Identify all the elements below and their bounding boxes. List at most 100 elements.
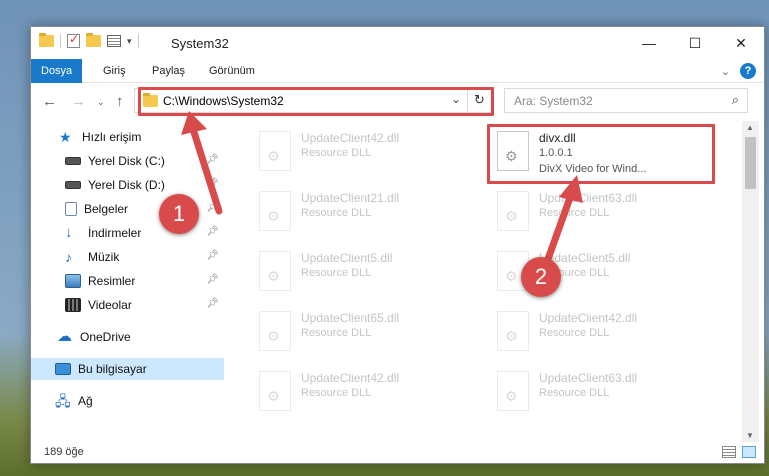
- dll-file-icon: [259, 311, 291, 351]
- download-icon: ↓: [65, 224, 73, 241]
- chevron-down-icon[interactable]: ▾: [127, 36, 132, 47]
- sidebar-item-label: OneDrive: [80, 330, 131, 344]
- file-item[interactable]: UpdateClient65.dll Resource DLL: [251, 305, 471, 361]
- file-description: Resource DLL: [301, 387, 372, 399]
- tab-share[interactable]: Paylaş: [152, 59, 185, 83]
- file-name: UpdateClient21.dll: [301, 191, 400, 205]
- separator: [137, 34, 139, 48]
- quick-access-toolbar: ▾: [39, 32, 139, 48]
- separator: [60, 34, 61, 48]
- sidebar-item-music[interactable]: ♪ Müzik 📌︎: [31, 246, 224, 268]
- explorer-window: ▾ System32 — ☐ ✕ Dosya Giriş Paylaş Görü…: [30, 26, 765, 464]
- sidebar-item-network[interactable]: 🖧︎ Ağ: [31, 390, 224, 412]
- scrollbar-thumb[interactable]: [745, 137, 756, 189]
- pictures-icon: [65, 274, 81, 288]
- file-name: UpdateClient42.dll: [301, 371, 400, 385]
- pin-icon[interactable]: 📌︎: [206, 250, 219, 261]
- search-icon[interactable]: ⌕: [732, 92, 739, 108]
- callout-badge-2: 2: [521, 257, 561, 297]
- new-folder-icon[interactable]: [86, 33, 101, 47]
- search-placeholder[interactable]: Ara: System32: [514, 94, 593, 108]
- sidebar-item-videos[interactable]: Videolar 📌︎: [31, 294, 224, 316]
- sidebar-item-label: Videolar: [88, 298, 132, 312]
- file-name: UpdateClient42.dll: [539, 311, 638, 325]
- scroll-up-icon[interactable]: ▲: [746, 123, 754, 132]
- view-toggle: [722, 446, 756, 458]
- window-controls: — ☐ ✕: [626, 27, 764, 59]
- file-item[interactable]: UpdateClient42.dll Resource DLL: [489, 305, 709, 361]
- scroll-down-icon[interactable]: ▼: [746, 431, 754, 440]
- file-item[interactable]: UpdateClient63.dll Resource DLL: [489, 365, 709, 421]
- cloud-icon: ☁: [57, 328, 72, 345]
- file-description: Resource DLL: [539, 327, 610, 339]
- search-input[interactable]: Ara: System32 ⌕: [504, 88, 748, 113]
- computer-icon: [55, 363, 71, 375]
- star-icon: ★: [59, 129, 72, 145]
- ribbon-help: ⌄ ?: [721, 63, 756, 79]
- sidebar-item-label: Ağ: [78, 394, 93, 408]
- sidebar-item-onedrive[interactable]: ☁ OneDrive: [31, 326, 224, 348]
- file-description: Resource DLL: [301, 267, 372, 279]
- item-count: 189 öğe: [44, 446, 84, 458]
- help-icon[interactable]: ?: [740, 63, 756, 79]
- documents-icon: [65, 202, 77, 216]
- tiles-view-icon[interactable]: [742, 446, 756, 458]
- drive-icon: [65, 157, 81, 165]
- title-bar: ▾ System32 — ☐ ✕: [31, 27, 764, 59]
- vertical-scrollbar[interactable]: ▲ ▼: [742, 121, 759, 442]
- callout-badge-1: 1: [159, 194, 199, 234]
- sidebar-item-label: Belgeler: [84, 202, 129, 216]
- up-arrow-icon[interactable]: ↑: [116, 93, 124, 110]
- customize-toolbar-icon[interactable]: [107, 35, 121, 47]
- file-name: UpdateClient65.dll: [301, 311, 400, 325]
- status-bar: 189 öğe: [31, 442, 764, 464]
- sidebar-item-label: Yerel Disk (C:): [88, 154, 165, 168]
- tab-home[interactable]: Giriş: [103, 59, 126, 83]
- folder-icon: [39, 33, 54, 47]
- file-name: UpdateClient42.dll: [301, 131, 400, 145]
- minimize-button[interactable]: —: [626, 27, 672, 59]
- sidebar-item-pictures[interactable]: Resimler 📌︎: [31, 270, 224, 292]
- dll-file-icon: [497, 311, 529, 351]
- sidebar-item-label: Bu bilgisayar: [78, 362, 147, 376]
- maximize-button[interactable]: ☐: [672, 27, 718, 59]
- file-name: UpdateClient63.dll: [539, 371, 638, 385]
- sidebar-item-label: Yerel Disk (D:): [88, 178, 165, 192]
- file-item[interactable]: UpdateClient21.dll Resource DLL: [251, 185, 471, 241]
- drive-icon: [65, 181, 81, 189]
- sidebar-item-label: Müzik: [88, 250, 120, 264]
- tab-view[interactable]: Görünüm: [209, 59, 255, 83]
- file-description: Resource DLL: [301, 327, 372, 339]
- pin-icon[interactable]: 📌︎: [206, 226, 219, 237]
- close-button[interactable]: ✕: [718, 27, 764, 59]
- file-name: UpdateClient5.dll: [301, 251, 393, 265]
- sidebar-item-label: Hızlı erişim: [82, 130, 142, 144]
- file-description: Resource DLL: [301, 147, 372, 159]
- file-description: Resource DLL: [539, 387, 610, 399]
- ribbon-tabs: Dosya Giriş Paylaş Görünüm ⌄ ?: [31, 59, 764, 83]
- sidebar-item-this-pc[interactable]: Bu bilgisayar: [31, 358, 224, 380]
- details-view-icon[interactable]: [722, 446, 736, 458]
- file-item[interactable]: UpdateClient42.dll Resource DLL: [251, 365, 471, 421]
- pin-icon[interactable]: 📌︎: [206, 274, 219, 285]
- expand-ribbon-icon[interactable]: ⌄: [721, 65, 730, 78]
- dll-file-icon: [497, 371, 529, 411]
- file-description: Resource DLL: [301, 207, 372, 219]
- sidebar-item-label: Resimler: [88, 274, 136, 288]
- file-item[interactable]: UpdateClient5.dll Resource DLL: [251, 245, 471, 301]
- network-icon: 🖧︎: [55, 393, 71, 409]
- recent-locations-icon[interactable]: ⌄: [97, 97, 105, 108]
- window-title: System32: [171, 36, 229, 51]
- back-arrow-icon[interactable]: ←: [42, 93, 57, 110]
- dll-file-icon: [259, 131, 291, 171]
- dll-file-icon: [259, 191, 291, 231]
- file-item[interactable]: UpdateClient42.dll Resource DLL: [251, 125, 471, 181]
- forward-arrow-icon[interactable]: →: [71, 93, 86, 110]
- music-icon: ♪: [65, 249, 72, 265]
- pin-icon[interactable]: 📌︎: [206, 298, 219, 309]
- tab-file[interactable]: Dosya: [31, 59, 83, 83]
- dll-file-icon: [259, 251, 291, 291]
- videos-icon: [65, 298, 81, 312]
- properties-icon[interactable]: [67, 32, 80, 48]
- dll-file-icon: [259, 371, 291, 411]
